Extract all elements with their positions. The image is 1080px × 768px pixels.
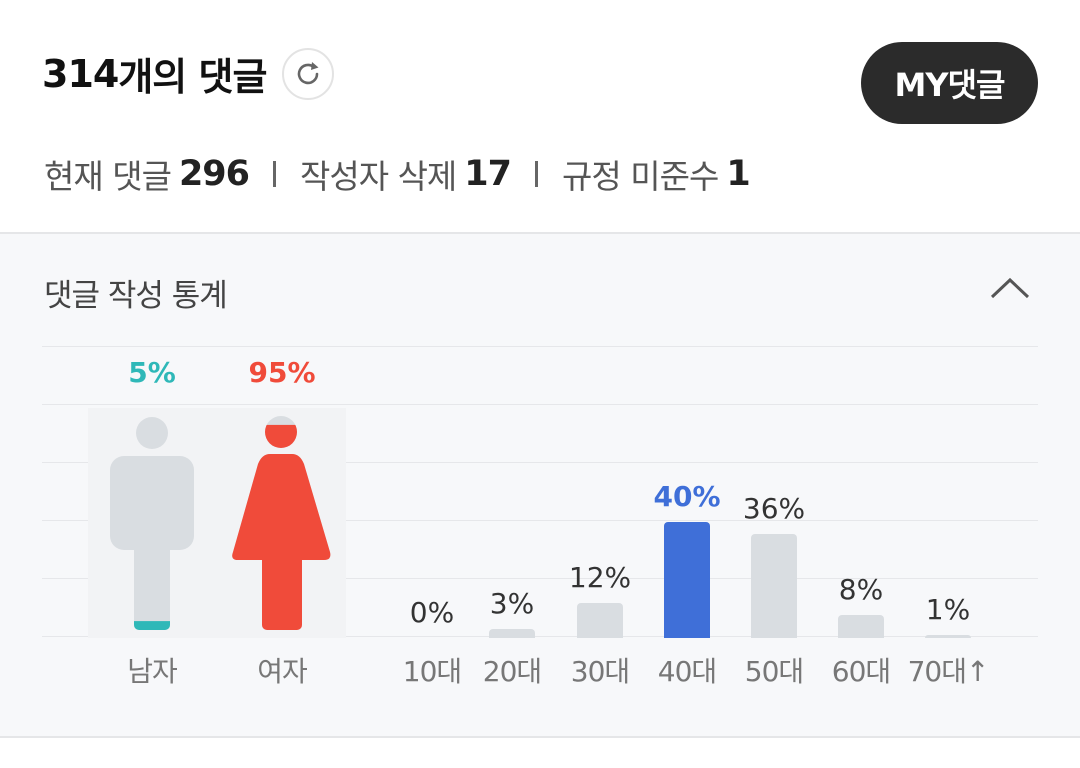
age-bar	[838, 614, 884, 638]
comment-title: 314 개의 댓글	[42, 46, 335, 101]
comment-stats: 현재 댓글 296 작성자 삭제 17 규정 미준수 1	[44, 150, 751, 198]
deleted-by-author-value: 17	[464, 154, 512, 194]
age-bar-value-label: 3%	[489, 587, 535, 621]
age-axis-label: 40대	[657, 655, 717, 688]
age-axis-label: 50대	[744, 655, 804, 688]
policy-violation-value: 1	[726, 154, 750, 194]
age-axis-label: 70대↑	[907, 655, 990, 688]
age-bar	[489, 629, 535, 638]
current-comments-value: 296	[178, 154, 250, 194]
age-bar-value-label: 36%	[742, 491, 806, 525]
age-axis-label: 30대	[570, 655, 630, 688]
statistics-title: 댓글 작성 통계	[44, 278, 228, 314]
grid-line	[42, 346, 1038, 347]
age-axis-label: 20대	[482, 655, 542, 688]
current-comments-label: 현재 댓글	[44, 157, 172, 196]
comment-total-count: 314	[42, 51, 119, 96]
age-bar-value-label: 8%	[838, 572, 884, 606]
grid-line	[42, 404, 1038, 405]
age-axis-label: 60대	[831, 655, 891, 688]
age-bar	[664, 522, 710, 638]
comment-header: 314 개의 댓글 MY댓글 현재 댓글 296 작성자 삭제 17 규정 미준…	[0, 0, 1080, 232]
female-figure-icon	[232, 416, 331, 630]
chevron-up-icon	[990, 277, 1030, 299]
age-bar-value-label: 40%	[653, 480, 721, 513]
male-percent-label: 5%	[128, 356, 176, 389]
gender-label-female: 여자	[257, 655, 308, 688]
female-percent-label: 95%	[248, 356, 316, 389]
refresh-icon	[298, 61, 319, 84]
comment-title-text: 개의 댓글	[118, 55, 267, 99]
male-fill	[110, 621, 194, 630]
age-bar	[751, 533, 797, 638]
age-bar-value-label: 12%	[568, 561, 632, 595]
age-bar	[925, 635, 971, 638]
age-bar-value-label: 1%	[925, 593, 971, 626]
male-figure-icon	[110, 417, 194, 630]
refresh-button[interactable]	[282, 47, 335, 100]
collapse-button[interactable]	[990, 276, 1030, 304]
divider	[535, 161, 539, 187]
deleted-by-author-label: 작성자 삭제	[300, 157, 457, 196]
age-bar	[577, 603, 623, 638]
my-comments-button[interactable]: MY댓글	[861, 42, 1038, 124]
female-fill	[232, 424, 331, 630]
divider	[273, 161, 276, 187]
policy-violation-label: 규정 미준수	[562, 157, 719, 196]
gender-label-male: 남자	[127, 655, 178, 688]
